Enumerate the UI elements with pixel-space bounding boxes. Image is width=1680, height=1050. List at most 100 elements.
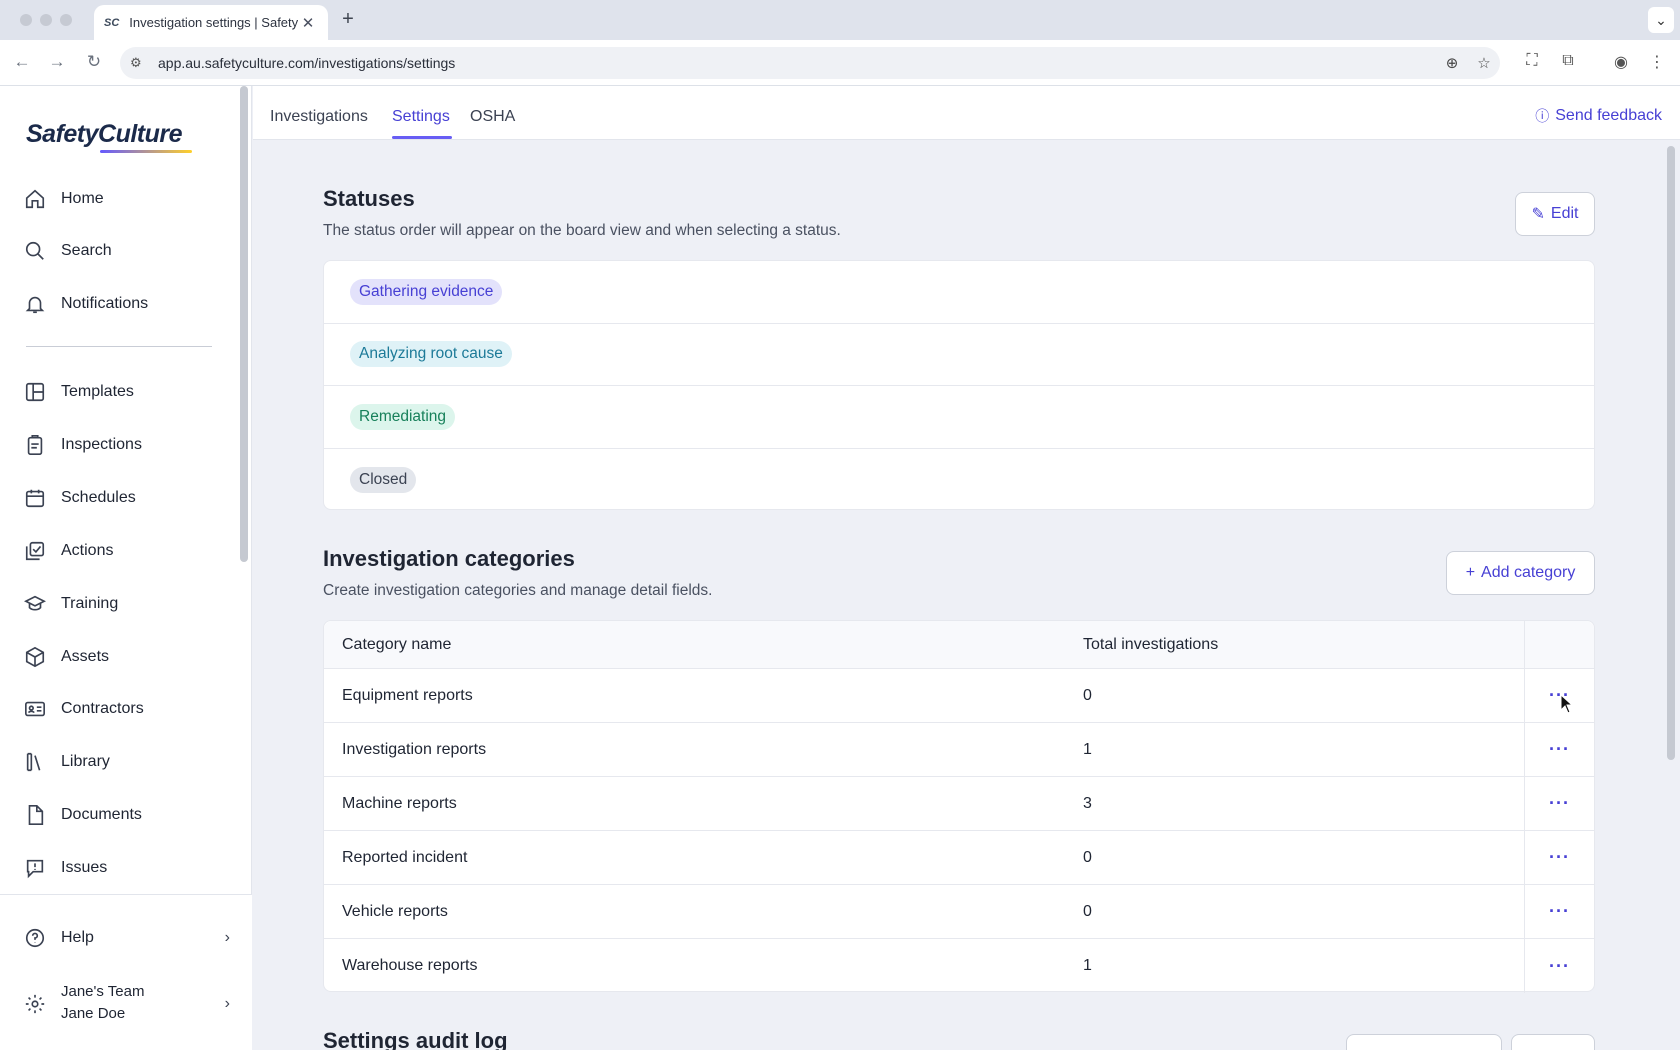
tab-investigations[interactable]: Investigations (270, 108, 368, 126)
sidebar-item-home[interactable]: Home (22, 179, 232, 219)
investigations-header: Investigations Settings OSHA ⓘ Send feed… (253, 86, 1680, 140)
back-arrow-icon[interactable]: ← (11, 52, 33, 72)
sidebar-item-training[interactable]: Training (22, 584, 232, 624)
sidebar-item-label: Contractors (61, 700, 144, 717)
table-row[interactable]: Vehicle reports 0 ··· (324, 885, 1594, 939)
plus-icon: + (1465, 564, 1476, 581)
sidebar-item-label: Schedules (61, 489, 136, 506)
window-zoom-dot[interactable] (60, 14, 72, 26)
sidebar-item-label: Issues (61, 859, 108, 876)
mouse-cursor-icon (1560, 694, 1574, 714)
status-badge: Remediating (350, 403, 456, 430)
categories-title: Investigation categories (323, 546, 575, 571)
category-name: Warehouse reports (342, 957, 478, 974)
gear-icon (22, 991, 48, 1017)
table-row[interactable]: Equipment reports 0 ··· (324, 669, 1594, 723)
reload-icon[interactable]: ↻ (83, 52, 105, 72)
sidebar-item-label: Assets (61, 648, 110, 665)
add-category-button[interactable]: + Add category (1446, 551, 1595, 595)
sidebar-item-label: Training (61, 595, 119, 612)
sidebar-item-inspections[interactable]: Inspections (22, 425, 232, 465)
graduation-cap-icon (22, 591, 48, 617)
status-row[interactable]: Remediating (324, 386, 1594, 449)
table-row[interactable]: Investigation reports 1 ··· (324, 723, 1594, 777)
more-options-icon[interactable]: ··· (1524, 723, 1594, 776)
category-total: 0 (1083, 686, 1092, 704)
search-icon (22, 238, 48, 264)
close-tab-icon[interactable]: ✕ (298, 14, 318, 32)
statuses-list: Gathering evidence Analyzing root cause … (323, 260, 1595, 510)
category-total: 1 (1083, 957, 1092, 974)
tab-settings[interactable]: Settings (392, 108, 450, 126)
clipboard-icon (22, 432, 48, 458)
window-close-dot[interactable] (20, 14, 32, 26)
safetyculture-logo[interactable]: SafetyCulture (26, 120, 183, 149)
sidebar-scrollbar[interactable] (240, 86, 248, 562)
status-row[interactable]: Gathering evidence (324, 261, 1594, 324)
category-name: Equipment reports (342, 686, 473, 704)
browser-tab-active[interactable]: SC Investigation settings | SafetyCultur… (94, 5, 328, 40)
column-header-total-investigations: Total investigations (1083, 635, 1219, 653)
home-icon (22, 186, 48, 212)
more-options-icon[interactable]: ··· (1524, 669, 1594, 722)
address-bar[interactable]: ⚙ app.au.safetyculture.com/investigation… (120, 47, 1500, 79)
sidebar-item-assets[interactable]: Assets (22, 637, 232, 677)
sidebar-item-label: Notifications (61, 295, 149, 312)
sidebar-item-documents[interactable]: Documents (22, 795, 232, 835)
site-info-icon[interactable]: ⚙ (130, 55, 152, 71)
more-options-icon[interactable]: ··· (1524, 939, 1594, 993)
browser-tab-title: Investigation settings | SafetyCulture (129, 15, 298, 30)
sidebar-item-issues[interactable]: Issues (22, 848, 232, 888)
category-total: 0 (1083, 902, 1092, 920)
forward-arrow-icon[interactable]: → (46, 52, 68, 72)
tab-search-chevron-icon[interactable]: ⌄ (1648, 7, 1674, 33)
category-total: 3 (1083, 794, 1092, 812)
status-row[interactable]: Analyzing root cause (324, 324, 1594, 386)
edit-label: Edit (1550, 205, 1579, 222)
table-row[interactable]: Reported incident 0 ··· (324, 831, 1594, 885)
table-row[interactable]: Warehouse reports 1 ··· (324, 939, 1594, 993)
status-badge: Analyzing root cause (350, 341, 512, 368)
screenshot-icon[interactable]: ⛶ (1520, 52, 1544, 70)
edit-statuses-button[interactable]: ✎ Edit (1515, 192, 1595, 236)
more-options-icon[interactable]: ··· (1524, 885, 1594, 938)
sidebar-item-templates[interactable]: Templates (22, 372, 232, 412)
sidebar-item-label: Inspections (61, 436, 142, 453)
sidebar-item-notifications[interactable]: Notifications (22, 284, 232, 324)
categories-subtitle: Create investigation categories and mana… (323, 582, 713, 599)
url-text[interactable]: app.au.safetyculture.com/investigations/… (158, 55, 1436, 71)
extensions-icon[interactable]: ⧉ (1556, 52, 1580, 70)
actions-icon (22, 538, 48, 564)
sidebar-item-library[interactable]: Library (22, 742, 232, 782)
more-options-icon[interactable]: ··· (1524, 831, 1594, 884)
sidebar-item-actions[interactable]: Actions (22, 531, 232, 571)
zoom-icon[interactable]: ⊕ (1436, 54, 1468, 72)
category-name: Investigation reports (342, 740, 487, 758)
tab-osha[interactable]: OSHA (470, 108, 515, 126)
more-options-icon[interactable]: ··· (1524, 777, 1594, 830)
sidebar-item-contractors[interactable]: Contractors (22, 689, 232, 729)
table-row[interactable]: Machine reports 3 ··· (324, 777, 1594, 831)
new-tab-icon[interactable]: + (336, 8, 360, 31)
active-tab-indicator (392, 136, 452, 139)
browser-menu-icon[interactable]: ⋮ (1645, 52, 1669, 72)
send-feedback-link[interactable]: ⓘ Send feedback (1535, 106, 1662, 126)
audit-log-button-1[interactable] (1346, 1034, 1502, 1050)
cube-icon (22, 644, 48, 670)
bookmark-star-icon[interactable]: ☆ (1468, 54, 1500, 72)
window-minimize-dot[interactable] (40, 14, 52, 26)
sidebar-item-search[interactable]: Search (22, 231, 232, 271)
audit-log-button-2[interactable] (1511, 1034, 1595, 1050)
audit-log-title: Settings audit log (323, 1028, 508, 1050)
sidebar-divider (26, 346, 212, 347)
status-badge: Closed (350, 466, 417, 493)
logo-underline (100, 150, 192, 153)
status-row[interactable]: Closed (324, 449, 1594, 512)
sidebar-item-schedules[interactable]: Schedules (22, 478, 232, 518)
books-icon (22, 749, 48, 775)
main-scrollbar[interactable] (1667, 146, 1675, 760)
templates-icon (22, 379, 48, 405)
sidebar-item-help[interactable]: Help › (22, 918, 252, 958)
profile-icon[interactable]: ◉ (1609, 52, 1633, 72)
table-header: Category name Total investigations (324, 620, 1594, 669)
